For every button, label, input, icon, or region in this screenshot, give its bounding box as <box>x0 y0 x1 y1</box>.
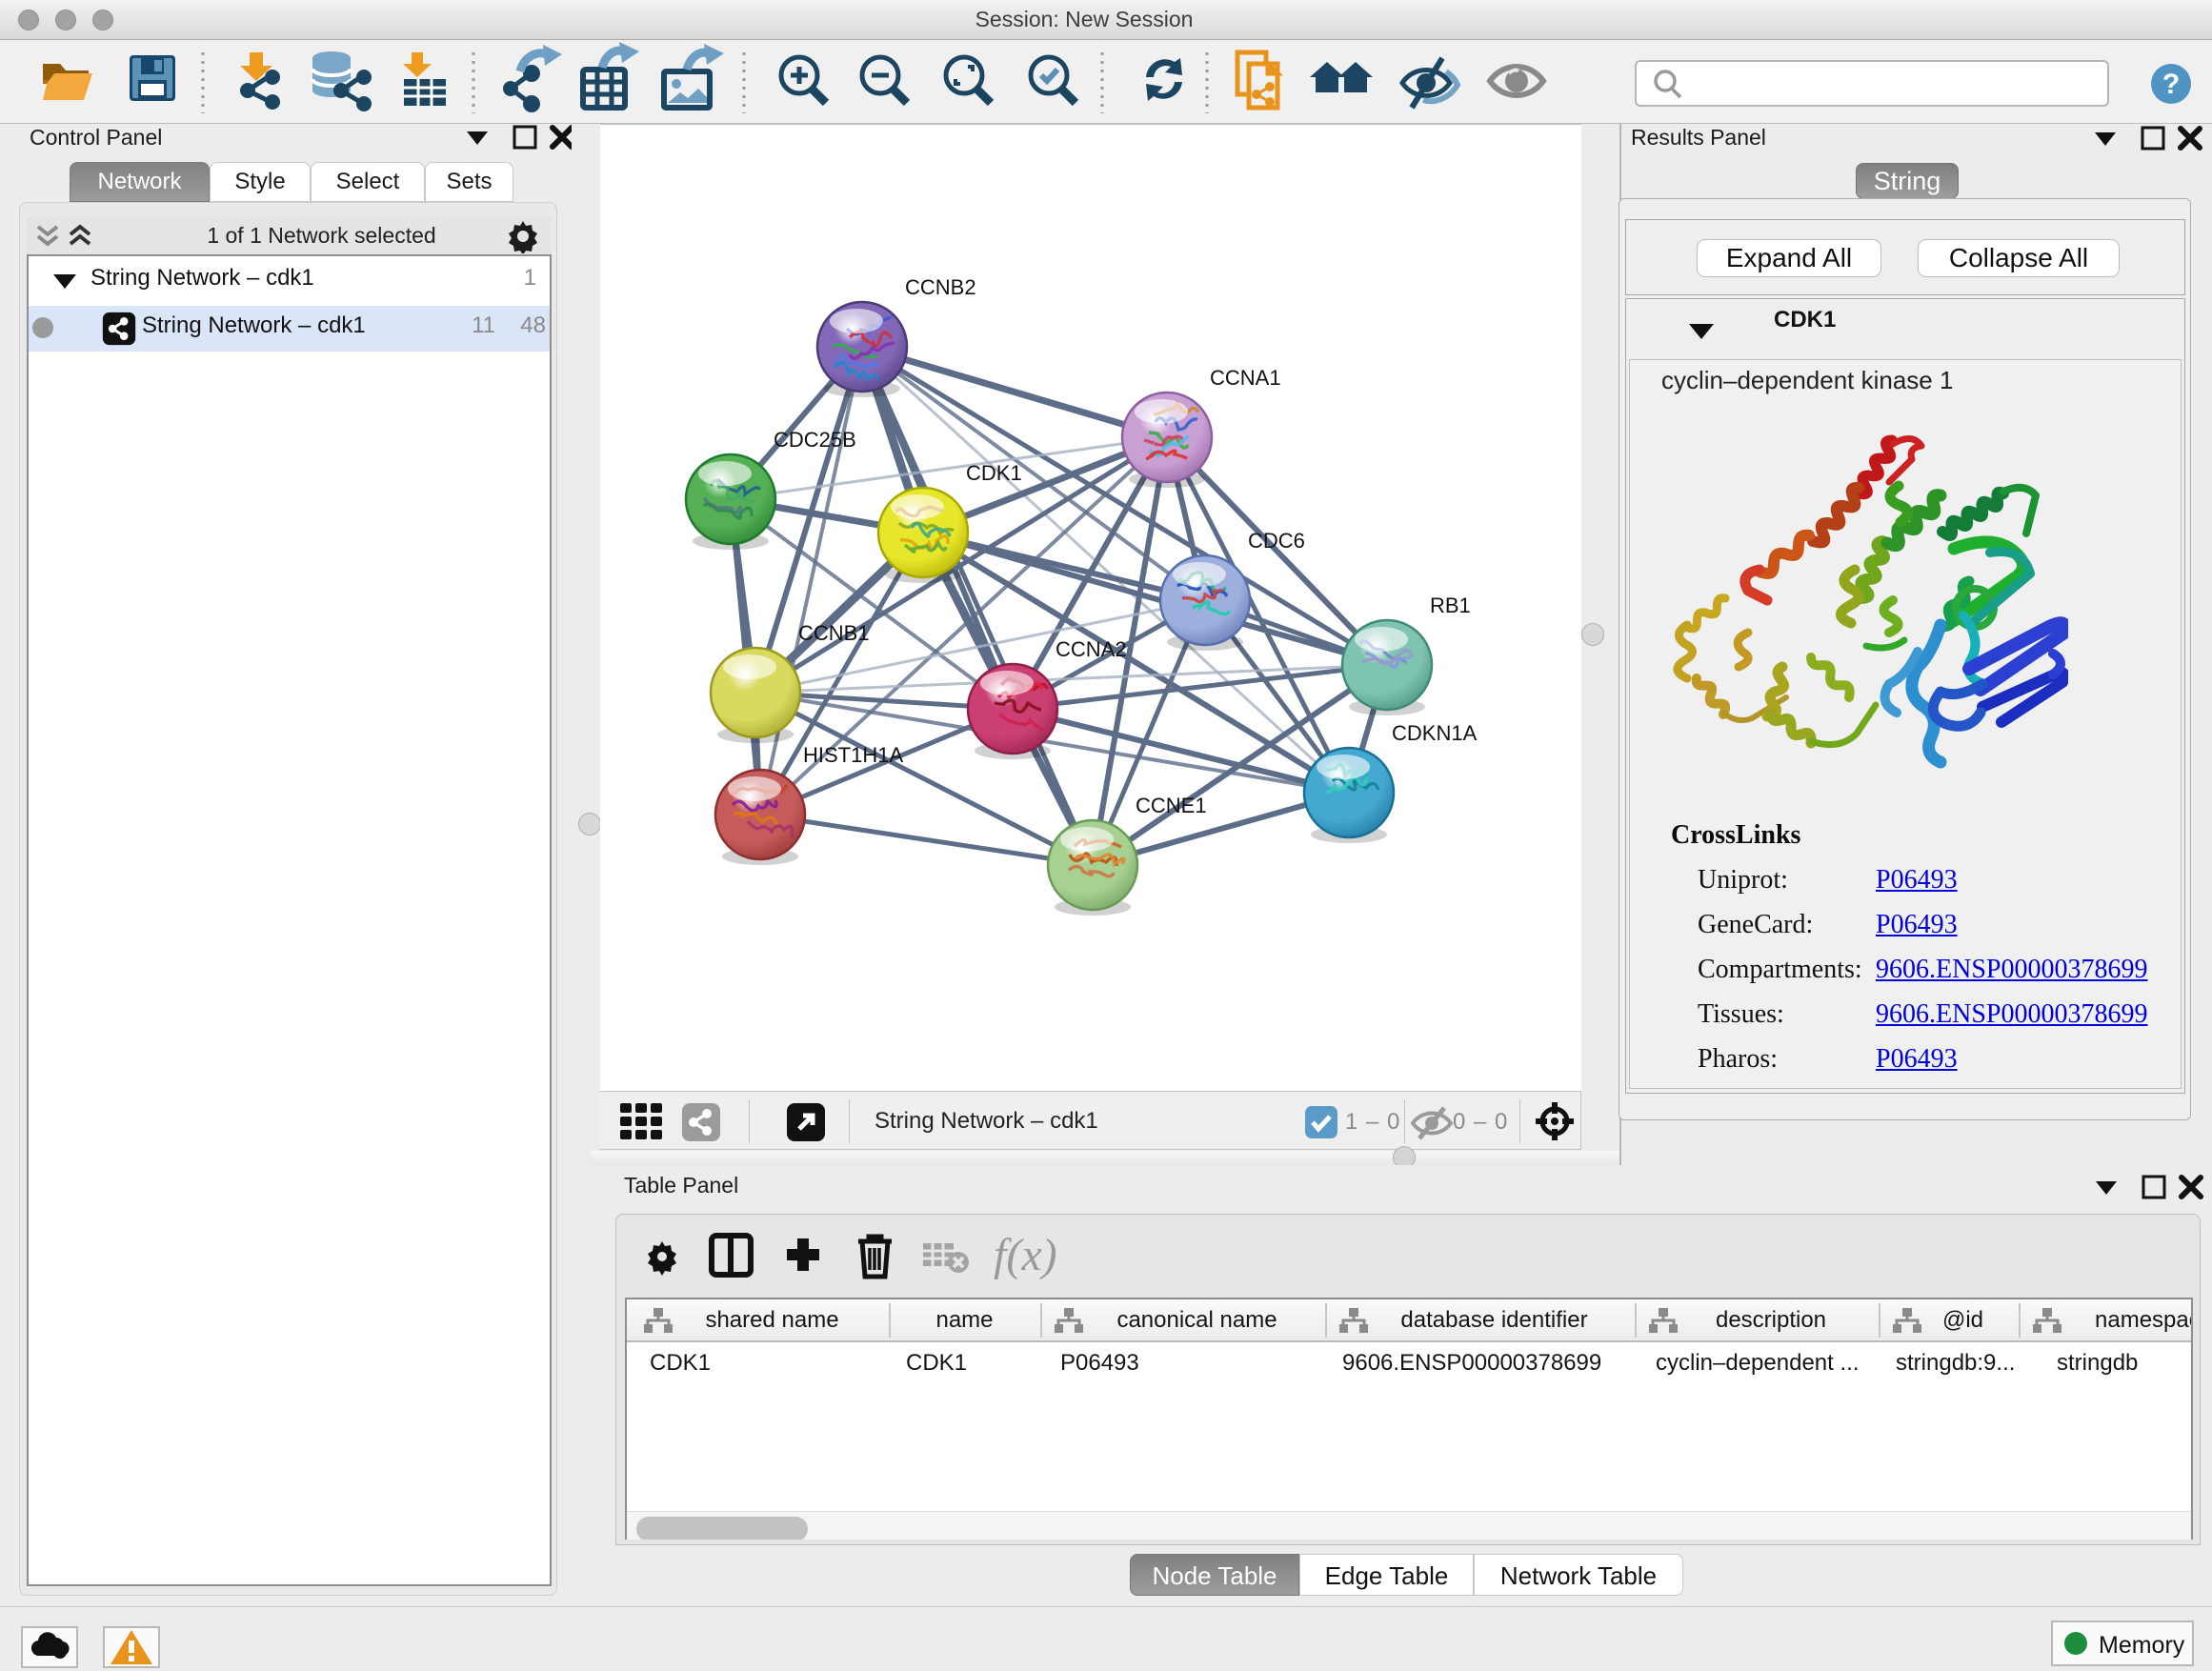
svg-text:CDK1: CDK1 <box>966 461 1022 485</box>
svg-text:CCNA1: CCNA1 <box>1210 366 1281 390</box>
svg-text:CDC6: CDC6 <box>1248 529 1305 553</box>
svg-text:f(x): f(x) <box>994 1230 1057 1280</box>
svg-text:CDKN1A: CDKN1A <box>1392 721 1478 745</box>
svg-text:?: ? <box>2162 69 2180 100</box>
svg-text:CCNB2: CCNB2 <box>905 275 976 299</box>
svg-text:CDC25B: CDC25B <box>774 428 856 452</box>
svg-text:CCNA2: CCNA2 <box>1056 637 1127 661</box>
svg-text:RB1: RB1 <box>1430 594 1471 617</box>
svg-text:CCNE1: CCNE1 <box>1136 794 1207 817</box>
svg-text:HIST1H1A: HIST1H1A <box>803 743 903 767</box>
svg-text:CCNB1: CCNB1 <box>798 621 870 645</box>
